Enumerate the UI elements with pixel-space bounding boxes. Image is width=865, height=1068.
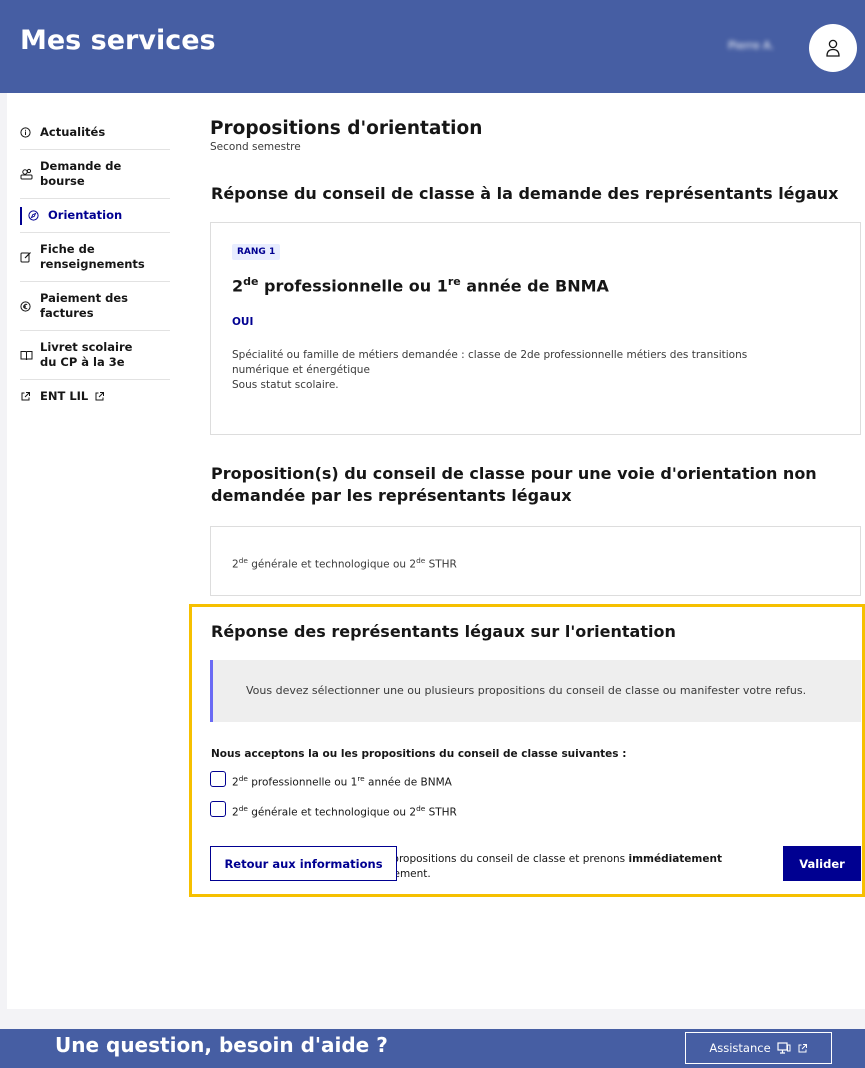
user-name: Pierre A. [728,39,774,52]
back-to-info-button[interactable]: Retour aux informations [210,846,397,881]
page-title: Propositions d'orientation [210,118,483,139]
option-2-row[interactable]: 2de générale et technologique ou 2de STH… [210,801,457,821]
user-icon [826,39,840,57]
sidebar-item-paiement[interactable]: Paiement des factures [20,282,170,331]
sidebar-item-orientation[interactable]: Orientation [20,199,170,233]
sidebar-item-ent-lil[interactable]: ENT LIL [20,380,170,413]
coins-icon [20,168,40,180]
option-1-checkbox[interactable] [210,771,226,787]
proposal-answer: OUI [232,316,254,328]
sidebar-item-actualites[interactable]: Actualités [20,116,170,150]
section-other-proposals-title: Proposition(s) du conseil de classe pour… [211,464,817,505]
sidebar-item-label: Paiement des factures [40,291,128,320]
sidebar-nav: Actualités Demande de bourse Orientation… [20,116,170,413]
response-title: Réponse des représentants légaux sur l'o… [211,622,676,641]
edit-icon [20,251,40,263]
section-council-response-title: Réponse du conseil de classe à la demand… [211,184,839,203]
accept-label: Nous acceptons la ou les propositions du… [211,748,627,760]
assistance-label: Assistance [709,1041,771,1055]
info-icon [20,127,40,138]
external-link-icon [798,1043,807,1052]
sidebar-item-label: Demande de bourse [40,159,122,188]
info-callout: Vous devez sélectionner une ou plusieurs… [210,660,861,722]
info-callout-text: Vous devez sélectionner une ou plusieurs… [246,684,807,697]
external-link-icon [94,391,105,402]
compass-icon [20,210,48,221]
sidebar-item-label: Actualités [40,125,106,139]
book-icon [20,350,40,361]
sidebar-item-fiche[interactable]: Fiche de renseignements [20,233,170,282]
sidebar-item-label: ENT LIL [40,389,89,403]
main-content: Propositions d'orientation Second semest… [210,118,862,153]
page-subtitle: Second semestre [210,141,301,153]
sidebar-item-livret[interactable]: Livret scolaire du CP à la 3e [20,331,170,380]
help-question: Une question, besoin d'aide ? [55,1033,388,1057]
other-proposal-text: 2de générale et technologique ou 2de STH… [232,556,457,571]
option-1-row[interactable]: 2de professionnelle ou 1re année de BNMA [210,771,452,791]
option-2-checkbox[interactable] [210,801,226,817]
sidebar-item-label: Fiche de renseignements [40,242,145,271]
app-title: Mes services [20,25,216,56]
external-link-icon [20,391,40,402]
top-header: Mes services Pierre A. [0,0,865,93]
help-footer: Une question, besoin d'aide ? Assistance [0,1029,865,1068]
option-1-label[interactable]: 2de professionnelle ou 1re année de BNMA [232,771,452,791]
sidebar-item-label: Livret scolaire du CP à la 3e [40,340,133,369]
proposal-title: 2de professionnelle ou 1re année de BNMA [232,275,609,296]
submit-button[interactable]: Valider [783,846,861,881]
euro-icon [20,300,40,312]
sidebar-item-label: Orientation [48,208,123,222]
sidebar-item-bourse[interactable]: Demande de bourse [20,150,170,199]
proposal-description: Spécialité ou famille de métiers demandé… [232,349,748,391]
option-2-label[interactable]: 2de générale et technologique ou 2de STH… [232,801,457,821]
rank-badge: RANG 1 [232,244,281,260]
assistance-button[interactable]: Assistance [685,1032,832,1064]
proposal-card: RANG 1 2de professionnelle ou 1re année … [210,222,861,435]
user-avatar-button[interactable] [809,24,857,72]
assistance-icon [777,1042,791,1054]
other-proposal-card: 2de générale et technologique ou 2de STH… [210,526,861,596]
